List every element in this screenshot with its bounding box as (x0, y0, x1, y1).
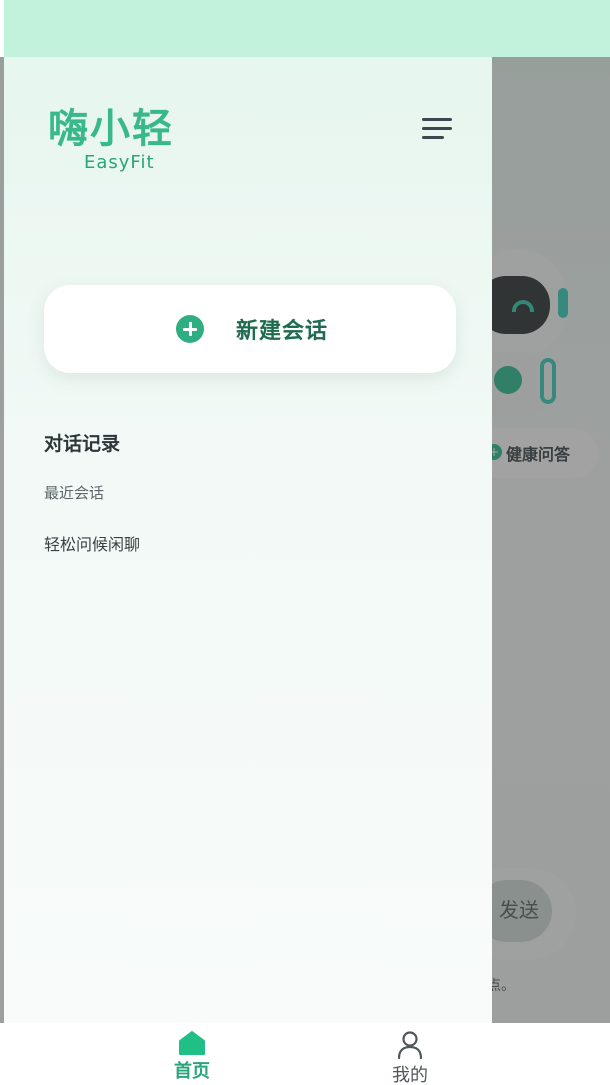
new-chat-label: 新建会话 (236, 318, 329, 343)
user-icon (397, 1031, 423, 1059)
nav-home-label: 首页 (174, 1061, 210, 1082)
plus-circle-icon (176, 315, 204, 343)
app-logo: 嗨小轻 EasyFit (48, 106, 208, 176)
menu-icon[interactable] (418, 113, 458, 145)
recent-chats-label: 最近会话 (44, 484, 105, 502)
logo-chinese-text: 嗨小轻 (48, 106, 174, 152)
side-drawer: 嗨小轻 EasyFit 新建会话 对话记录 最近会话 轻松问候闲聊 (4, 57, 492, 1023)
bottom-nav: 首页 我的 (0, 1023, 610, 1085)
new-chat-button[interactable]: 新建会话 (44, 285, 456, 373)
home-icon (179, 1031, 205, 1055)
nav-tab-home[interactable]: 首页 (166, 1031, 222, 1085)
nav-tab-me[interactable]: 我的 (384, 1031, 436, 1085)
history-item[interactable]: 轻松问候闲聊 (44, 531, 140, 555)
status-bar (4, 0, 610, 57)
nav-me-label: 我的 (392, 1065, 428, 1085)
logo-english-text: EasyFit (84, 152, 155, 173)
chat-history-title: 对话记录 (44, 433, 121, 455)
